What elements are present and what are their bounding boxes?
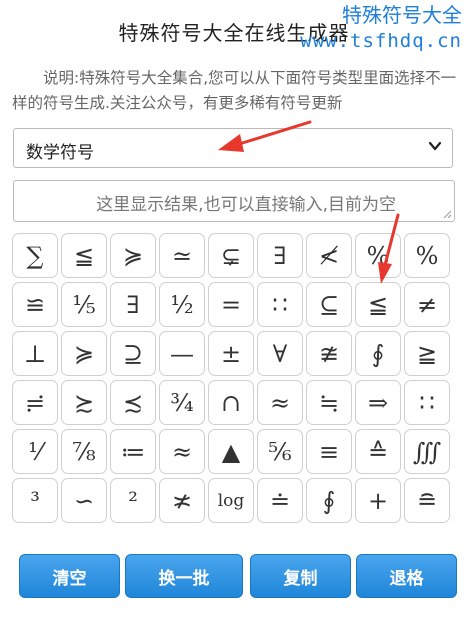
chevron-down-icon [428, 141, 442, 151]
symbol-cell[interactable]: ⅕ [61, 282, 107, 327]
symbol-cell[interactable]: % [404, 233, 450, 278]
symbol-cell[interactable]: ∃ [110, 282, 156, 327]
symbol-cell[interactable]: + [355, 478, 401, 523]
symbol-cell[interactable]: ≭ [159, 478, 205, 523]
symbol-cell[interactable]: ▲ [208, 429, 254, 474]
site-watermark: 特殊符号大全 www.tsfhdq.cn [300, 0, 462, 52]
symbol-cell[interactable]: ≔ [110, 429, 156, 474]
watermark-url: www.tsfhdq.cn [300, 30, 462, 52]
symbol-cell[interactable]: ≠ [404, 282, 450, 327]
symbol-cell[interactable]: ⇒ [355, 380, 401, 425]
symbol-cell[interactable]: ½ [159, 282, 205, 327]
symbol-cell[interactable]: ∮ [306, 478, 352, 523]
symbol-cell[interactable]: ∮ [355, 331, 401, 376]
symbol-cell[interactable]: ≮ [306, 233, 352, 278]
symbol-cell[interactable]: ≽ [61, 331, 107, 376]
symbol-cell[interactable]: ∑ [12, 233, 58, 278]
symbol-cell[interactable]: ≃ [159, 233, 205, 278]
symbol-cell[interactable]: ≾ [110, 380, 156, 425]
category-select-value: 数学符号 [26, 143, 94, 163]
symbol-cell[interactable]: ≙ [355, 429, 401, 474]
backspace-button[interactable]: 退格 [356, 554, 457, 598]
result-placeholder: 这里显示结果,也可以直接输入,目前为空 [96, 195, 396, 215]
symbol-cell[interactable]: ∭ [404, 429, 450, 474]
symbol-cell[interactable]: ≿ [61, 380, 107, 425]
symbol-cell[interactable]: ⅚ [257, 429, 303, 474]
symbol-cell[interactable]: ≦ [61, 233, 107, 278]
symbol-cell[interactable]: ≒ [306, 380, 352, 425]
symbol-cell[interactable]: ∀ [257, 331, 303, 376]
symbol-cell[interactable]: ² [110, 478, 156, 523]
symbol-cell[interactable]: % [355, 233, 401, 278]
symbol-cell[interactable]: ⅞ [61, 429, 107, 474]
symbol-cell[interactable]: ≘ [404, 478, 450, 523]
symbol-cell[interactable]: ∩ [208, 380, 254, 425]
symbol-cell[interactable]: ≡ [306, 429, 352, 474]
symbol-cell[interactable]: ≌ [12, 282, 58, 327]
symbol-cell[interactable]: ≐ [257, 478, 303, 523]
symbol-cell[interactable]: ≓ [12, 380, 58, 425]
symbol-cell[interactable]: ≦ [355, 282, 401, 327]
description-text: 说明:特殊符号大全集合,您可以从下面符号类型里面选择不一样的符号生成.关注公众号… [12, 69, 457, 112]
symbol-cell[interactable]: ± [208, 331, 254, 376]
symbol-cell[interactable]: ≈ [257, 380, 303, 425]
page: 特殊符号大全在线生成器 特殊符号大全 www.tsfhdq.cn 说明:特殊符号… [0, 0, 468, 619]
symbol-cell[interactable]: ⊇ [110, 331, 156, 376]
symbol-cell[interactable]: log [208, 478, 254, 523]
resize-grip-icon[interactable] [442, 209, 452, 219]
symbol-cell[interactable]: ⊊ [208, 233, 254, 278]
category-select[interactable]: 数学符号 [13, 128, 453, 168]
symbol-cell[interactable]: = [208, 282, 254, 327]
copy-button[interactable]: 复制 [250, 554, 351, 598]
symbol-cell[interactable]: ⊥ [12, 331, 58, 376]
clear-button[interactable]: 清空 [19, 554, 120, 598]
refresh-button[interactable]: 换一批 [125, 554, 243, 598]
symbol-cell[interactable]: ⊆ [306, 282, 352, 327]
symbol-cell[interactable]: ≈ [159, 429, 205, 474]
symbol-cell[interactable]: ∷ [404, 380, 450, 425]
symbol-grid: ∑ ≦ ≽ ≃ ⊊ ∃ ≮%% ≌ ⅕ ∃ ½ = ∷ ⊆ ≦ ≠ ⊥ ≽ ⊇ — ± ∀ ≇ ∮ ≧ ≓ ≿ ≾ ¾ ∩ ≈ ≒ ⇒ ∷ ⅟ ⅞ ≔ ≈… [12, 233, 460, 523]
symbol-cell[interactable]: ∃ [257, 233, 303, 278]
symbol-cell[interactable]: ⅟ [12, 429, 58, 474]
watermark-name: 特殊符号大全 [342, 3, 462, 27]
symbol-cell[interactable]: ≇ [306, 331, 352, 376]
symbol-cell[interactable]: ¾ [159, 380, 205, 425]
result-textarea[interactable]: 这里显示结果,也可以直接输入,目前为空 [13, 180, 455, 222]
symbol-cell[interactable]: ≽ [110, 233, 156, 278]
symbol-cell[interactable]: ≧ [404, 331, 450, 376]
symbol-cell[interactable]: ∷ [257, 282, 303, 327]
symbol-cell[interactable]: — [159, 331, 205, 376]
symbol-cell[interactable]: ³ [12, 478, 58, 523]
symbol-cell[interactable]: ∽ [61, 478, 107, 523]
